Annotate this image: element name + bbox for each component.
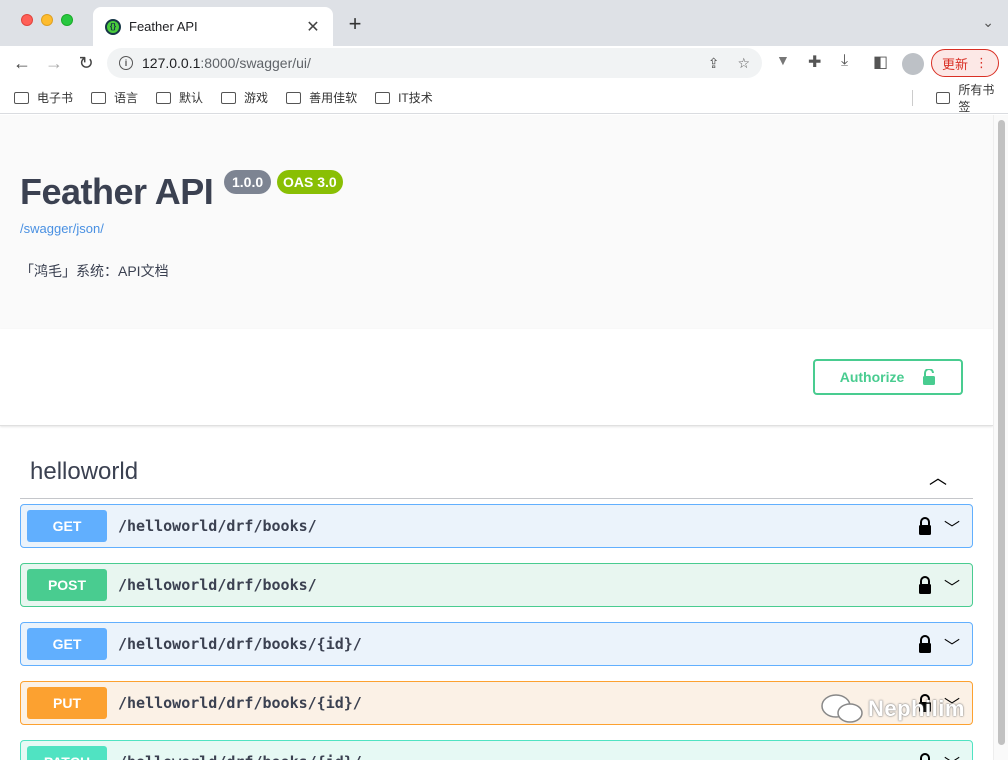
- folder-icon: [375, 91, 391, 104]
- operation-row[interactable]: GET/helloworld/drf/books/ ﹀: [20, 504, 973, 548]
- lock-icon[interactable]: [918, 576, 932, 594]
- endpoint-path: /helloworld/drf/books/{id}/: [118, 694, 362, 712]
- api-title: Feather API: [20, 171, 214, 212]
- folder-icon: [91, 91, 107, 104]
- window-minimize-button[interactable]: [41, 14, 53, 26]
- folder-icon: [14, 91, 29, 104]
- chevron-up-icon[interactable]: ︿: [929, 464, 947, 490]
- bookmark-folder-games[interactable]: 游戏: [221, 89, 268, 106]
- tab-title: Feather API: [129, 19, 198, 34]
- window-zoom-button[interactable]: [61, 14, 73, 26]
- tag-title: helloworld: [30, 458, 139, 485]
- chevron-down-icon[interactable]: ﹀: [944, 633, 960, 657]
- all-bookmarks-folder[interactable]: 所有书签: [936, 82, 1004, 114]
- scrollbar-thumb[interactable]: [998, 120, 1005, 745]
- swagger-favicon-icon: {}: [105, 18, 121, 35]
- share-icon[interactable]: ⇪: [708, 55, 720, 72]
- chevron-down-icon[interactable]: ﹀: [944, 574, 960, 598]
- page-scrollbar[interactable]: [993, 115, 1008, 760]
- watermark: Nephilim: [820, 694, 965, 724]
- operation-row[interactable]: GET/helloworld/drf/books/{id}/ ﹀: [20, 622, 973, 666]
- lock-icon[interactable]: [918, 635, 932, 653]
- bookmark-label: IT技术: [398, 91, 433, 105]
- http-method-badge: GET: [27, 628, 107, 660]
- http-method-badge: POST: [27, 569, 107, 601]
- vue-devtools-icon[interactable]: ▼: [776, 52, 790, 68]
- url-text[interactable]: 127.0.0.1:8000/swagger/ui/: [142, 55, 690, 71]
- endpoint-path: /helloworld/drf/books/{id}/: [118, 753, 362, 760]
- bookmark-folder-default[interactable]: 默认: [156, 89, 203, 106]
- lock-icon[interactable]: [918, 753, 932, 760]
- chevron-down-icon[interactable]: ﹀: [944, 751, 960, 760]
- url-path: :8000/swagger/ui/: [200, 55, 311, 71]
- watermark-text: Nephilim: [868, 696, 965, 721]
- bookmarks-divider: [912, 90, 913, 106]
- back-arrow-icon[interactable]: ←: [6, 53, 38, 74]
- update-label: 更新: [942, 56, 969, 72]
- scheme-container: Authorize: [0, 329, 993, 426]
- lock-icon[interactable]: [918, 517, 932, 535]
- side-panel-icon[interactable]: ◧: [873, 52, 888, 72]
- wechat-icon: [821, 694, 863, 723]
- authorize-label: Authorize: [839, 369, 905, 385]
- browser-toolbar: ← → ↻ i 127.0.0.1:8000/swagger/ui/ ⇪ ☆ ▼…: [0, 46, 1008, 82]
- folder-icon: [936, 92, 951, 104]
- bookmark-label: 电子书: [37, 91, 74, 105]
- authorize-button[interactable]: Authorize: [813, 359, 963, 395]
- folder-icon: [221, 91, 237, 104]
- bookmark-label: 语言: [114, 91, 139, 105]
- address-bar[interactable]: i 127.0.0.1:8000/swagger/ui/ ⇪ ☆: [107, 48, 762, 78]
- spec-json-link[interactable]: /swagger/json/: [20, 221, 104, 236]
- tab-close-icon[interactable]: ✕: [305, 17, 321, 37]
- site-info-icon[interactable]: i: [119, 56, 133, 70]
- profile-avatar-icon[interactable]: [902, 53, 924, 75]
- bookmark-folder-it-tech[interactable]: IT技术: [375, 89, 433, 106]
- menu-kebab-icon[interactable]: ⋮: [975, 55, 988, 71]
- tag-section-header[interactable]: helloworld ︿: [20, 446, 973, 499]
- extensions-puzzle-icon[interactable]: ✚: [808, 52, 821, 72]
- download-icon[interactable]: ⤓: [841, 52, 848, 70]
- http-method-badge: PUT: [27, 687, 107, 719]
- endpoint-path: /helloworld/drf/books/{id}/: [118, 635, 362, 653]
- folder-icon: [286, 91, 302, 104]
- bookmark-label: 默认: [179, 91, 204, 105]
- operation-row[interactable]: PATCH/helloworld/drf/books/{id}/ ﹀: [20, 740, 973, 760]
- chevron-down-icon[interactable]: ﹀: [944, 515, 960, 539]
- all-bookmarks-label: 所有书签: [958, 83, 995, 114]
- update-button[interactable]: 更新 ⋮: [931, 49, 999, 77]
- oas-badge: OAS 3.0: [277, 170, 343, 194]
- browser-tab[interactable]: {} Feather API ✕: [93, 7, 333, 46]
- browser-tab-bar: {} Feather API ✕ + ⌄: [0, 0, 1008, 46]
- tab-search-chevron-icon[interactable]: ⌄: [982, 14, 994, 31]
- bookmark-label: 善用佳软: [309, 91, 358, 105]
- endpoint-path: /helloworld/drf/books/: [118, 517, 317, 535]
- bookmark-star-icon[interactable]: ☆: [737, 55, 750, 72]
- new-tab-button[interactable]: +: [343, 12, 367, 36]
- url-host: 127.0.0.1: [142, 55, 201, 71]
- folder-icon: [156, 91, 172, 104]
- swagger-page: Feather API 1.0.0 OAS 3.0 /swagger/json/…: [0, 115, 993, 760]
- endpoint-path: /helloworld/drf/books/: [118, 576, 317, 594]
- api-description: 「鸿毛」系统：API文档: [20, 263, 169, 279]
- version-badge: 1.0.0: [224, 170, 272, 194]
- unlock-icon: [923, 369, 936, 385]
- forward-arrow-icon[interactable]: →: [38, 53, 70, 74]
- http-method-badge: PATCH: [27, 746, 107, 760]
- bookmark-folder-software[interactable]: 善用佳软: [286, 89, 357, 106]
- http-method-badge: GET: [27, 510, 107, 542]
- bookmark-folder-languages[interactable]: 语言: [91, 89, 138, 106]
- window-close-button[interactable]: [21, 14, 33, 26]
- bookmark-label: 游戏: [244, 91, 269, 105]
- api-info: Feather API 1.0.0 OAS 3.0 /swagger/json/…: [0, 115, 993, 329]
- reload-icon[interactable]: ↻: [70, 53, 102, 74]
- operation-row[interactable]: POST/helloworld/drf/books/ ﹀: [20, 563, 973, 607]
- bookmarks-bar: 电子书 语言 默认 游戏 善用佳软 IT技术 所有书签: [0, 82, 1008, 114]
- bookmark-folder-ebooks[interactable]: 电子书: [14, 89, 73, 106]
